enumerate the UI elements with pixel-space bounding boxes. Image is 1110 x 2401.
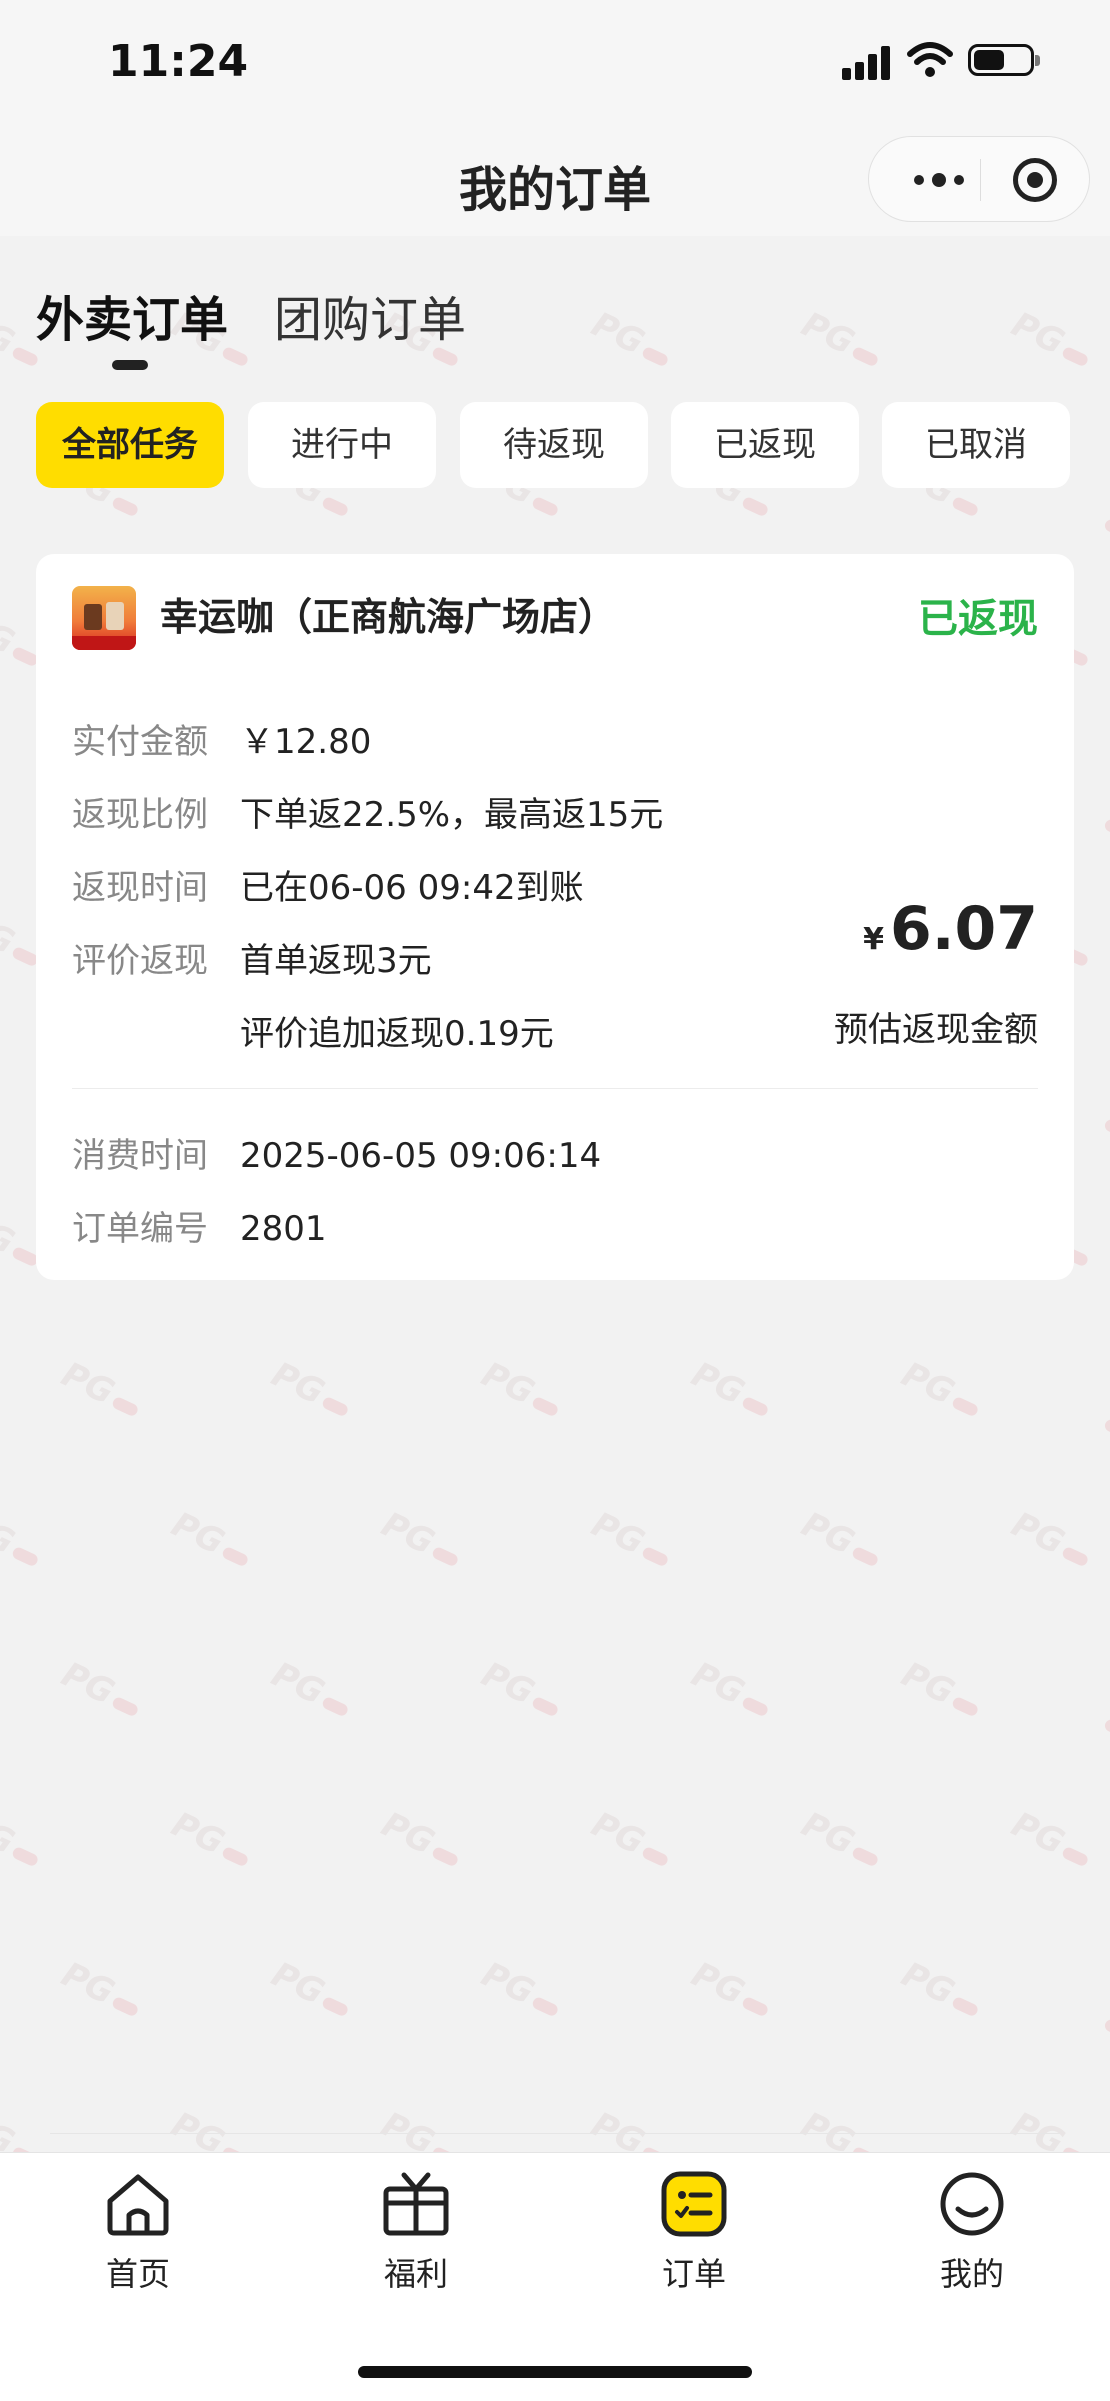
watermark-tile: PG [1096,1663,1110,1758]
currency-symbol: ¥ [863,922,884,957]
field-value: 2801 [240,1209,327,1249]
field-label: 订单编号 [72,1209,208,1249]
watermark-tile: PG [55,1354,147,1425]
order-list-icon [661,2171,727,2237]
shop-name: 幸运咖（正商航海广场店） [160,595,617,639]
watermark-tile: PG [55,1654,147,1725]
tabbar-label: 福利 [383,2255,448,2293]
field-value: 首单返现3元 [240,941,432,981]
watermark-tile: PG [1096,763,1110,858]
field-label: 返现比例 [72,795,208,835]
tabbar-item-welfare[interactable]: 福利 [336,2171,496,2295]
wifi-icon [907,42,953,77]
tabbar-item-orders[interactable]: 订单 [614,2171,774,2295]
field-value: 已在06-06 09:42到账 [240,868,584,908]
bottom-tab-bar: 首页 福利 订单 我的 [0,2152,1110,2401]
watermark-tile: PG [1005,304,1097,375]
watermark-tile: PG [1005,1804,1097,1875]
watermark-tile: PG [585,304,677,375]
watermark-tile: PG [475,1954,567,2025]
watermark-tile: PG [265,1954,357,2025]
filter-cashback-done[interactable]: 已返现 [671,402,859,488]
watermark-tile: PG [685,1954,777,2025]
watermark-tile: PG [685,1354,777,1425]
filter-in-progress[interactable]: 进行中 [248,402,436,488]
field-label: 评价返现 [72,941,208,981]
cashback-value: 6.07 [889,894,1038,964]
tabbar-label: 首页 [105,2255,170,2293]
field-label: 消费时间 [72,1136,208,1176]
watermark-tile: PG [895,1954,987,2025]
field-consume-time: 消费时间 2025-06-05 09:06:14 [72,1128,601,1177]
close-target-icon[interactable] [1013,158,1057,202]
field-order-number: 订单编号 2801 [72,1201,327,1250]
card-divider [72,1088,1038,1089]
watermark-tile: PG [685,1654,777,1725]
watermark-tile: PG [1096,1963,1110,2058]
tabbar-item-home[interactable]: 首页 [58,2171,218,2295]
field-label: 返现时间 [72,868,208,908]
watermark-tile: PG [55,1954,147,2025]
watermark-tile: PG [265,1354,357,1425]
filter-all-tasks[interactable]: 全部任务 [36,402,224,488]
home-icon [107,2174,169,2236]
home-indicator [358,2366,752,2378]
watermark-tile: PG [1096,463,1110,558]
field-review-cashback: 评价返现 首单返现3元 [72,933,432,982]
tabbar-item-profile[interactable]: 我的 [892,2171,1052,2295]
watermark-tile: PG [375,1504,467,1575]
watermark-tile: PG [895,1354,987,1425]
field-cashback-time: 返现时间 已在06-06 09:42到账 [72,860,584,909]
field-cashback-ratio: 返现比例 下单返22.5%，最高返15元 [72,787,663,836]
tab-takeout-orders[interactable]: 外卖订单 [36,280,228,350]
cashback-amount-label: 预估返现金额 [834,1010,1038,1050]
field-value: 下单返22.5%，最高返15元 [240,795,664,835]
gift-icon [383,2172,449,2236]
cellular-signal-icon [842,44,894,80]
field-value: ￥12.80 [240,722,372,762]
field-value: 2025-06-05 09:06:14 [240,1136,602,1176]
watermark-tile: PG [795,304,887,375]
watermark-tile: PG [165,1504,257,1575]
watermark-tile: PG [795,1804,887,1875]
nav-header: 我的订单 [0,120,1110,236]
cashback-amount: ¥6.07 [863,894,1038,964]
field-paid-amount: 实付金额 ￥12.80 [72,714,371,763]
field-label: 实付金额 [72,722,208,762]
content-divider [50,2133,1060,2134]
miniprogram-capsule [868,136,1090,222]
watermark-tile: PG [475,1354,567,1425]
profile-smile-icon [940,2172,1004,2236]
more-options-icon[interactable] [899,137,979,223]
tabbar-label: 我的 [939,2255,1004,2293]
watermark-tile: PG [475,1654,567,1725]
watermark-tile: PG [585,1504,677,1575]
watermark-tile: PG [265,1654,357,1725]
watermark-tile: PG [895,1654,987,1725]
order-card[interactable]: 幸运咖（正商航海广场店） 已返现 实付金额 ￥12.80 返现比例 下单返22.5%… [36,554,1074,1280]
watermark-tile: PG [165,1804,257,1875]
filter-cancelled[interactable]: 已取消 [882,402,1070,488]
tab-group-buy-orders[interactable]: 团购订单 [274,280,466,350]
watermark-tile: PG [0,1804,47,1875]
watermark-tile: PG [1096,1363,1110,1458]
filter-pending-cashback[interactable]: 待返现 [460,402,648,488]
shop-logo [72,586,136,650]
watermark-tile: PG [795,1504,887,1575]
review-extra-cashback: 评价追加返现0.19元 [240,1014,554,1054]
watermark-tile: PG [375,1804,467,1875]
tabbar-label: 订单 [661,2255,726,2293]
battery-icon [968,44,1040,76]
watermark-tile: PG [0,1504,47,1575]
status-bar: 11:24 [0,0,1110,120]
watermark-tile: PG [585,1804,677,1875]
watermark-tile: PG [1096,1063,1110,1158]
status-time: 11:24 [108,36,249,87]
watermark-tile: PG [1005,1504,1097,1575]
order-status-badge: 已返现 [918,596,1038,642]
capsule-divider [980,159,981,201]
active-tab-indicator [112,360,148,370]
